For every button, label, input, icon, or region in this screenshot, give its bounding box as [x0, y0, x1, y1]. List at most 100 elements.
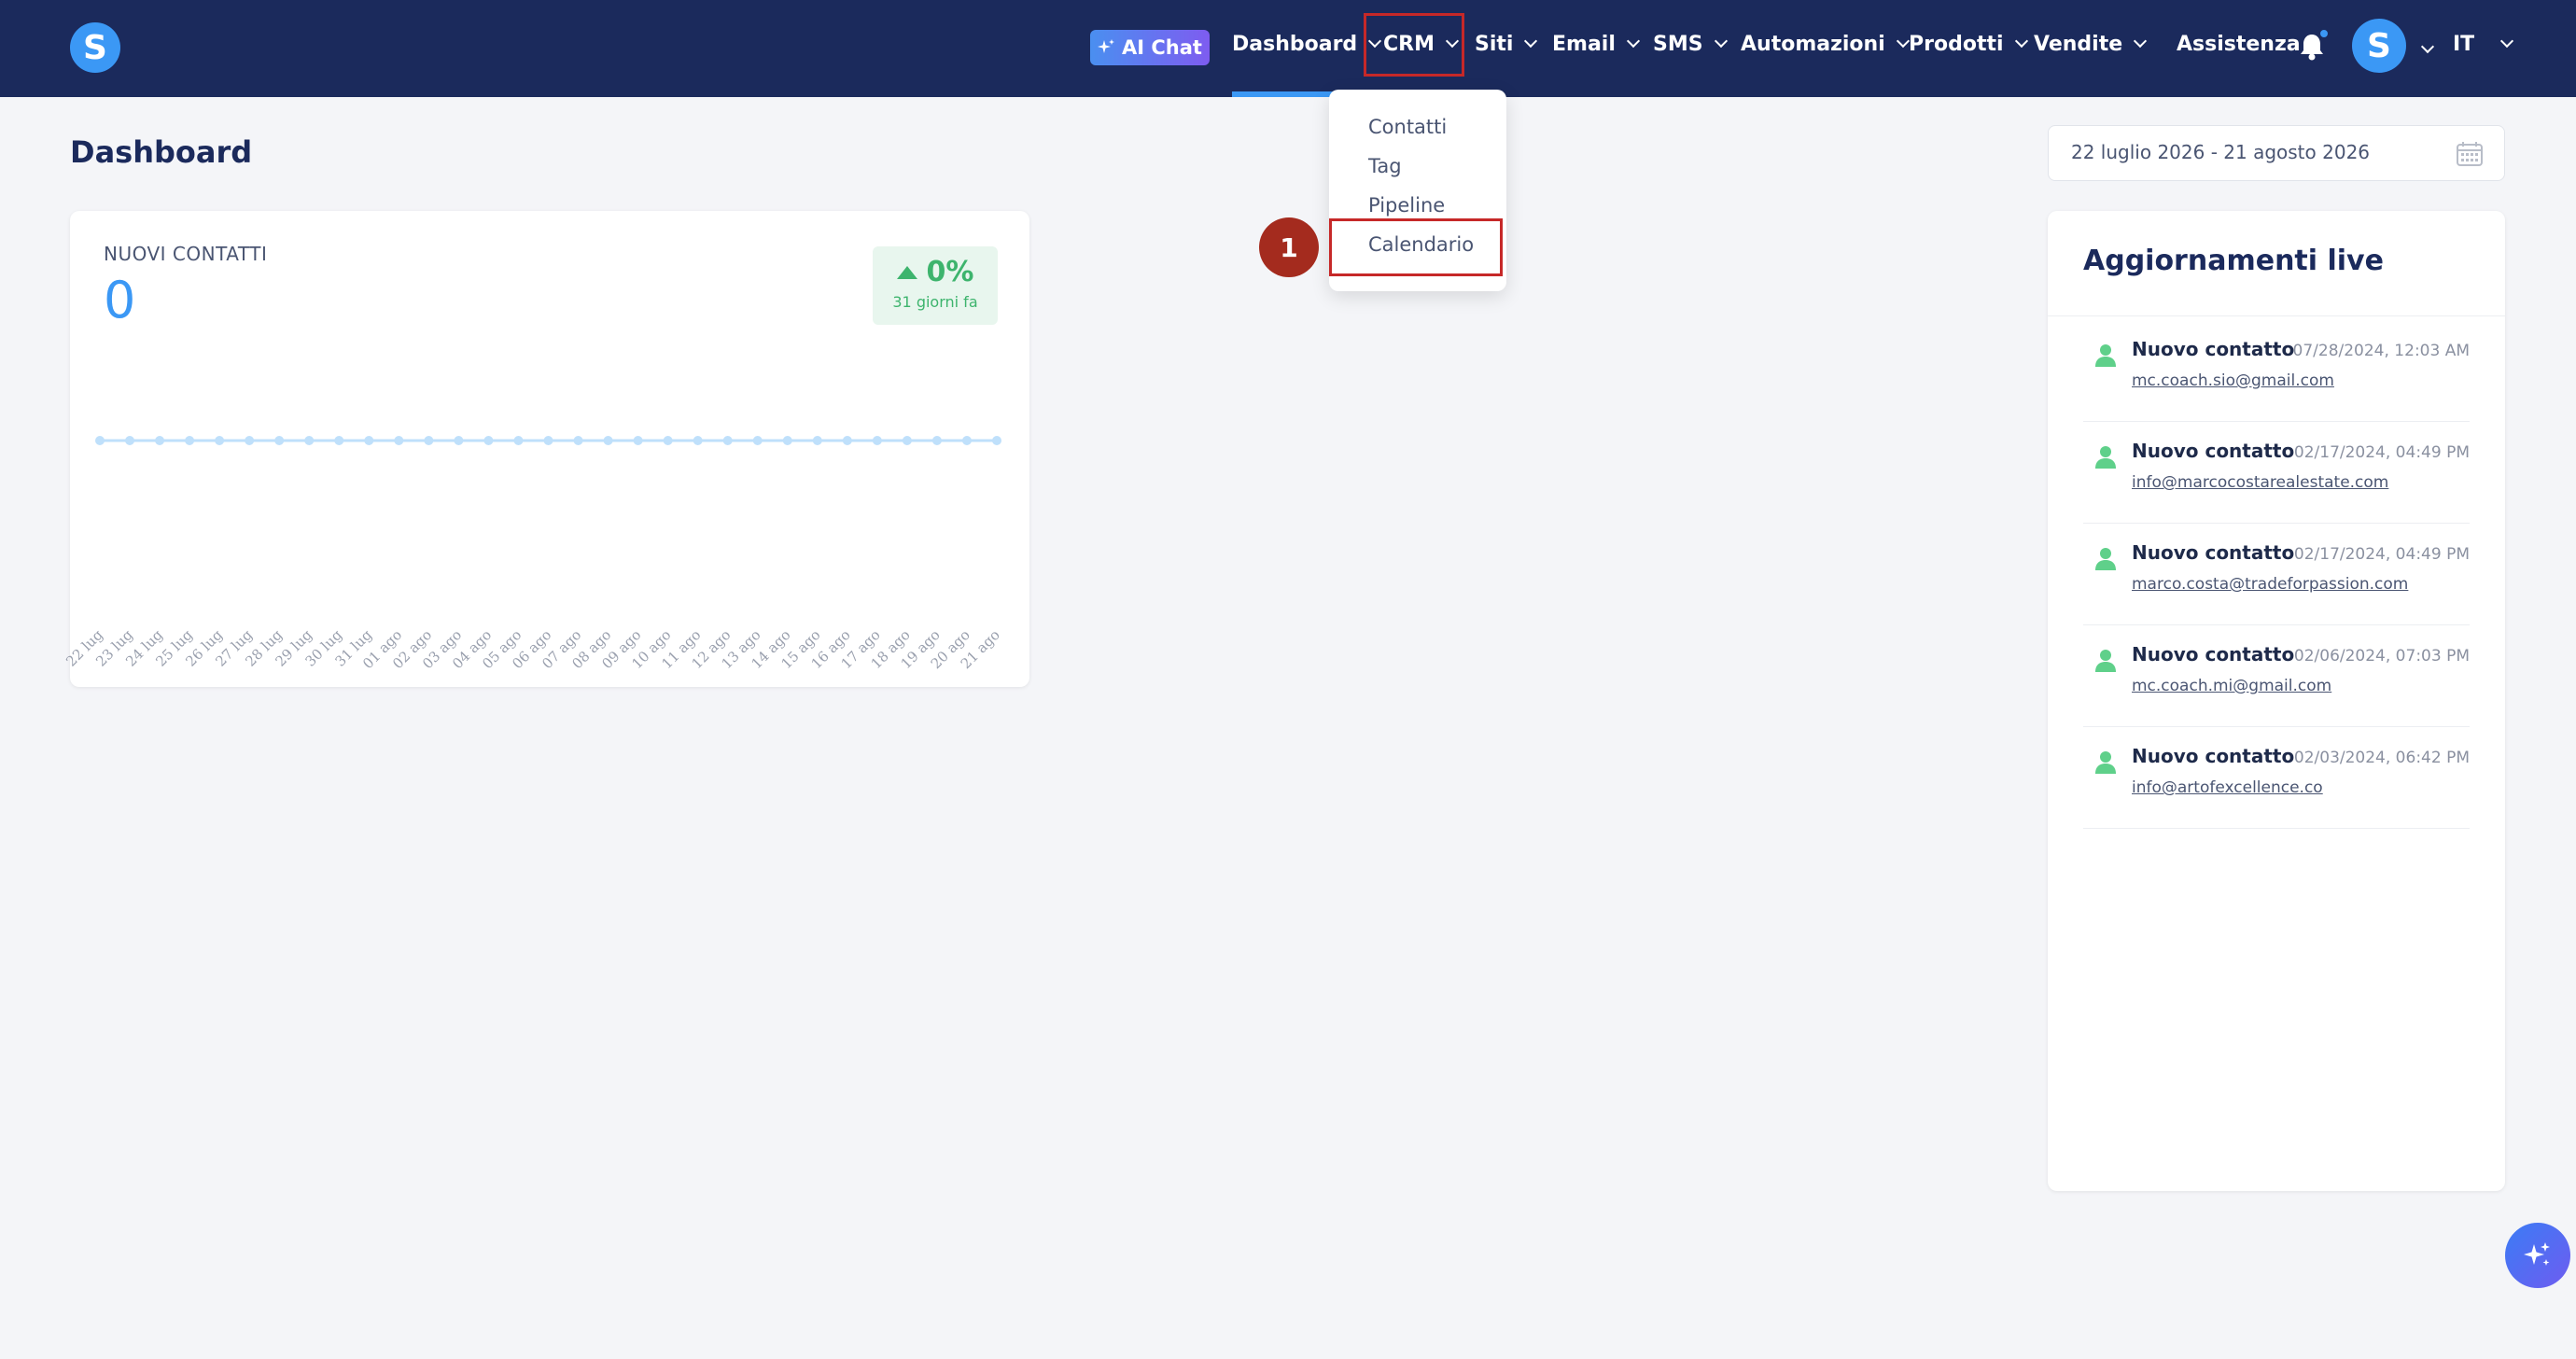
card-label: NUOVI CONTATTI	[104, 243, 268, 265]
user-icon	[2095, 446, 2116, 469]
avatar-menu-toggle[interactable]	[2417, 34, 2435, 65]
chevron-down-icon	[2500, 34, 2514, 49]
divider	[2048, 315, 2505, 316]
delta-period: 31 giorni fa	[892, 293, 978, 311]
user-icon	[2095, 751, 2116, 774]
data-point[interactable]	[274, 436, 285, 445]
page-title: Dashboard	[70, 134, 253, 170]
feed-item-title: Nuovo contatto	[2132, 541, 2295, 564]
nav-automazioni[interactable]: Automazioni	[1741, 28, 1910, 60]
nav-siti[interactable]: Siti	[1475, 28, 1538, 60]
feed-item-email[interactable]: info@marcocostarealestate.com	[2132, 473, 2388, 492]
chevron-down-icon	[2134, 34, 2148, 49]
chevron-down-icon	[1714, 34, 1728, 49]
step-badge: 1	[1259, 217, 1319, 277]
feed-item-time: 02/17/2024, 04:49 PM	[2293, 443, 2470, 462]
live-feed-item: Nuovo contatto 02/06/2024, 07:03 PM mc.coa…	[2083, 626, 2470, 727]
data-point[interactable]	[872, 436, 882, 445]
contacts-line-chart: 22 lug23 lug24 lug25 lug26 lug27 lug28 l…	[63, 436, 1003, 672]
chevron-down-icon	[2420, 39, 2435, 54]
language-selector[interactable]: IT	[2453, 28, 2514, 60]
data-point[interactable]	[304, 436, 315, 445]
feed-item-time: 07/28/2024, 12:03 AM	[2292, 342, 2470, 360]
data-point[interactable]	[424, 436, 434, 445]
feed-item-time: 02/17/2024, 04:49 PM	[2293, 545, 2470, 564]
live-feed-item: Nuovo contatto 02/17/2024, 04:49 PM marco.…	[2083, 525, 2470, 625]
feed-item-email[interactable]: info@artofexcellence.co	[2132, 778, 2323, 797]
menu-item-contatti[interactable]: Contatti	[1368, 116, 1447, 138]
data-point[interactable]	[603, 436, 613, 445]
data-point[interactable]	[513, 436, 524, 445]
sparkle-icon	[1098, 39, 1115, 53]
nav-sms[interactable]: SMS	[1653, 28, 1728, 60]
data-point[interactable]	[245, 436, 255, 445]
user-icon	[2095, 344, 2116, 367]
data-point[interactable]	[215, 436, 225, 445]
data-point[interactable]	[782, 436, 792, 445]
ai-chat-button[interactable]: AI Chat	[1090, 30, 1210, 65]
data-point[interactable]	[394, 436, 404, 445]
data-point[interactable]	[961, 436, 972, 445]
arrow-up-icon	[896, 266, 917, 279]
data-point[interactable]	[483, 436, 494, 445]
data-point[interactable]	[663, 436, 673, 445]
live-updates-title: Aggiornamenti live	[2083, 245, 2384, 277]
data-point[interactable]	[454, 436, 464, 445]
data-point[interactable]	[842, 436, 852, 445]
nav-prodotti[interactable]: Prodotti	[1909, 28, 2028, 60]
data-point[interactable]	[693, 436, 703, 445]
nav-assistenza[interactable]: Assistenza	[2177, 28, 2301, 60]
data-point[interactable]	[573, 436, 583, 445]
nav-email[interactable]: Email	[1552, 28, 1640, 60]
feed-item-title: Nuovo contatto	[2132, 643, 2295, 665]
data-point[interactable]	[543, 436, 553, 445]
feed-item-email[interactable]: marco.costa@tradeforpassion.com	[2132, 575, 2408, 594]
data-point[interactable]	[334, 436, 344, 445]
nav-dashboard[interactable]: Dashboard	[1232, 28, 1382, 60]
user-avatar[interactable]: S	[2352, 19, 2406, 73]
delta-badge: 0% 31 giorni fa	[873, 246, 998, 325]
ai-assistant-button[interactable]	[2505, 1223, 2570, 1288]
feed-item-title: Nuovo contatto	[2132, 745, 2295, 767]
data-point[interactable]	[722, 436, 733, 445]
top-navbar: S AI Chat Dashboard CRM Siti Email SMS A…	[0, 0, 2576, 97]
chevron-down-icon	[1524, 34, 1538, 49]
data-point[interactable]	[125, 436, 135, 445]
live-updates-panel: Aggiornamenti live Nuovo contatto 07/28/2…	[2048, 211, 2505, 1191]
data-point[interactable]	[931, 436, 942, 445]
card-value: 0	[104, 271, 136, 329]
date-range-value: 22 luglio 2026 - 21 agosto 2026	[2071, 141, 2371, 163]
sparkle-icon	[2524, 1242, 2550, 1266]
menu-item-tag[interactable]: Tag	[1368, 155, 1402, 177]
live-feed-item: Nuovo contatto 02/17/2024, 04:49 PM info@m…	[2083, 423, 2470, 524]
feed-item-email[interactable]: mc.coach.sio@gmail.com	[2132, 371, 2334, 390]
nav-vendite[interactable]: Vendite	[2034, 28, 2148, 60]
notification-dot	[2318, 28, 2330, 39]
calendario-highlight-box	[1329, 218, 1503, 276]
live-feed-item: Nuovo contatto 02/03/2024, 06:42 PM info@a…	[2083, 728, 2470, 829]
feed-item-title: Nuovo contatto	[2132, 338, 2295, 360]
delta-percentage: 0%	[926, 256, 974, 288]
data-point[interactable]	[752, 436, 763, 445]
data-point[interactable]	[185, 436, 195, 445]
calendar-icon	[2457, 142, 2483, 166]
new-contacts-card: NUOVI CONTATTI 0 0% 31 giorni fa 22 lug 2…	[63, 211, 1029, 687]
user-icon	[2095, 548, 2116, 570]
feed-item-time: 02/03/2024, 06:42 PM	[2293, 749, 2470, 767]
app-logo[interactable]: S	[70, 22, 120, 73]
chevron-down-icon	[2014, 34, 2028, 49]
menu-item-pipeline[interactable]: Pipeline	[1368, 194, 1445, 217]
data-point[interactable]	[364, 436, 374, 445]
live-feed-item: Nuovo contatto 07/28/2024, 12:03 AM mc.coa…	[2083, 321, 2470, 422]
feed-item-email[interactable]: mc.coach.mi@gmail.com	[2132, 677, 2331, 695]
data-point[interactable]	[633, 436, 643, 445]
data-point[interactable]	[992, 436, 1001, 445]
data-point[interactable]	[155, 436, 165, 445]
ai-chat-label: AI Chat	[1122, 36, 1202, 59]
data-point[interactable]	[812, 436, 822, 445]
date-range-picker[interactable]: 22 luglio 2026 - 21 agosto 2026	[2048, 125, 2505, 181]
data-point[interactable]	[95, 436, 105, 445]
crm-highlight-box	[1364, 13, 1464, 77]
feed-item-time: 02/06/2024, 07:03 PM	[2293, 647, 2470, 665]
data-point[interactable]	[902, 436, 912, 445]
